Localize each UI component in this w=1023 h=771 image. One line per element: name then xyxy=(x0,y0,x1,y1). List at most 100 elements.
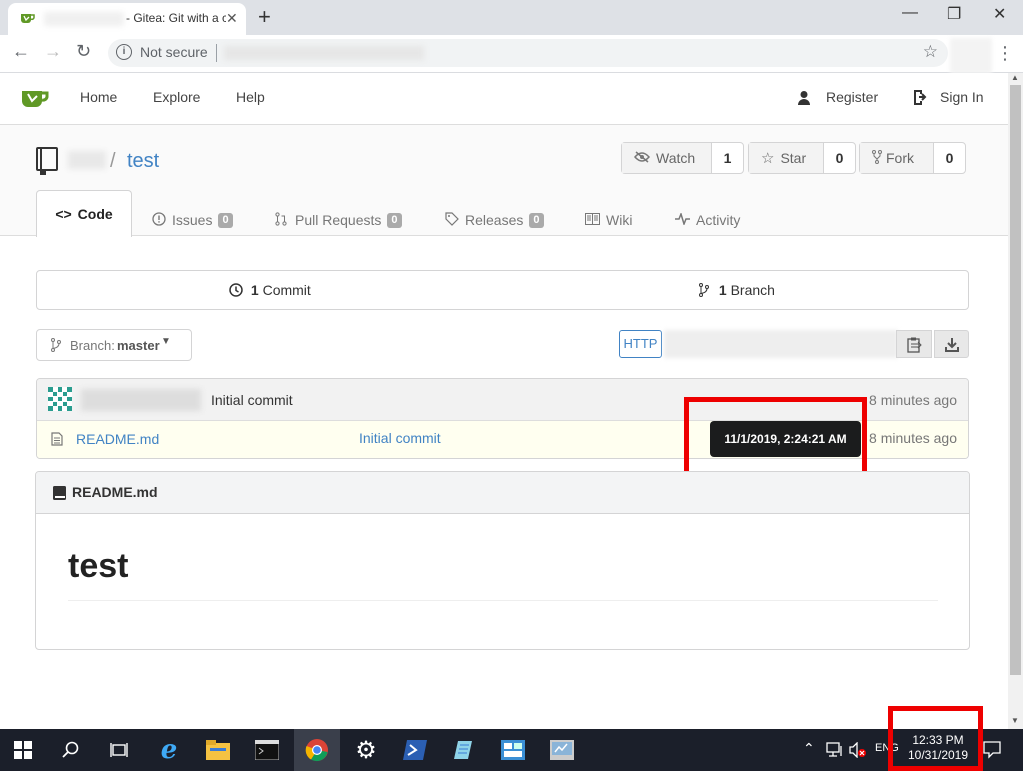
windows-start-icon[interactable] xyxy=(10,737,36,763)
file-commit-link[interactable]: Initial commit xyxy=(359,430,441,446)
tab-issues-label: Issues xyxy=(172,212,213,228)
download-button[interactable] xyxy=(934,330,969,358)
scrollbar-thumb[interactable] xyxy=(1010,85,1021,675)
redacted-tab-title xyxy=(44,12,124,26)
internet-explorer-icon[interactable]: e xyxy=(156,735,182,765)
search-icon[interactable] xyxy=(58,737,84,763)
fork-button[interactable]: Fork xyxy=(860,143,934,173)
tab-code[interactable]: <> Code xyxy=(36,190,132,237)
readme-panel: README.md test xyxy=(35,471,970,650)
user-icon xyxy=(798,91,810,105)
sign-in-link[interactable]: Sign In xyxy=(940,89,984,105)
info-icon[interactable]: i xyxy=(116,44,132,60)
repo-name-link[interactable]: test xyxy=(127,150,159,173)
copy-url-button[interactable] xyxy=(896,330,932,358)
new-tab-button[interactable]: + xyxy=(258,4,271,30)
gitea-favicon-icon xyxy=(21,14,35,23)
branch-label: Branch: xyxy=(70,338,115,353)
register-link[interactable]: Register xyxy=(826,89,878,105)
volume-muted-icon[interactable] xyxy=(849,741,867,761)
file-commit-age[interactable]: 8 minutes ago xyxy=(869,430,957,446)
fork-count[interactable]: 0 xyxy=(934,143,965,173)
red-highlight-box-clock xyxy=(888,706,983,771)
branch-dropdown[interactable]: Branch: master ▼ xyxy=(36,329,192,361)
issues-count-badge: 0 xyxy=(218,212,233,228)
redacted-url xyxy=(224,46,424,60)
readme-filename: README.md xyxy=(72,484,158,500)
powershell-icon[interactable] xyxy=(402,737,428,763)
watch-button[interactable]: Watch xyxy=(622,143,712,173)
star-label: Star xyxy=(780,150,807,166)
repo-path-separator: / xyxy=(110,150,116,172)
nav-home-link[interactable]: Home xyxy=(80,89,117,105)
notification-center-icon[interactable] xyxy=(983,741,1001,762)
latest-commit-message[interactable]: Initial commit xyxy=(211,392,293,408)
branches-label: Branch xyxy=(730,282,775,298)
tab-wiki[interactable]: Wiki xyxy=(585,204,632,236)
fork-icon xyxy=(872,149,882,167)
settings-gear-icon[interactable]: ⚙ xyxy=(353,737,379,764)
branch-icon xyxy=(51,338,61,355)
forward-arrow-icon[interactable]: → xyxy=(44,41,62,62)
clone-url-input[interactable] xyxy=(664,330,898,358)
commits-count: 1 xyxy=(250,282,259,298)
caret-down-icon: ▼ xyxy=(161,336,171,347)
back-arrow-icon[interactable]: ← xyxy=(12,41,30,62)
address-bar[interactable]: i Not secure ☆ xyxy=(108,39,948,67)
tab-close-icon[interactable]: ✕ xyxy=(226,10,238,27)
profile-avatar[interactable] xyxy=(950,38,992,74)
browser-menu-icon[interactable]: ⋮ xyxy=(996,43,1014,64)
http-clone-button[interactable]: HTTP xyxy=(619,330,662,358)
tab-releases-label: Releases xyxy=(465,212,524,228)
readme-heading: test xyxy=(68,547,129,585)
branches-stat[interactable]: 1 Branch xyxy=(699,282,775,298)
download-icon xyxy=(945,338,959,352)
notepad-icon[interactable] xyxy=(451,737,477,763)
fork-button-group: Fork 0 xyxy=(859,142,966,174)
network-icon[interactable] xyxy=(826,742,844,761)
commits-stat[interactable]: 1 Commit xyxy=(229,282,311,298)
page-scrollbar[interactable]: ▲ ▼ xyxy=(1008,73,1023,729)
tab-issues[interactable]: Issues 0 xyxy=(152,204,233,236)
gitea-logo-icon[interactable] xyxy=(20,87,50,109)
star-button[interactable]: ☆ Star xyxy=(749,143,824,173)
file-name-link[interactable]: README.md xyxy=(76,431,159,447)
server-manager-icon[interactable] xyxy=(549,737,575,763)
scroll-down-arrow-icon[interactable]: ▼ xyxy=(1011,716,1019,725)
tab-pull-requests[interactable]: Pull Requests 0 xyxy=(275,204,402,236)
restore-button[interactable]: ❐ xyxy=(947,4,961,24)
watch-count[interactable]: 1 xyxy=(712,143,743,173)
scroll-up-arrow-icon[interactable]: ▲ xyxy=(1011,73,1019,82)
reload-icon[interactable]: ↻ xyxy=(76,41,91,62)
control-panel-icon[interactable] xyxy=(500,737,526,763)
browser-tab-strip: - Gitea: Git with a c ✕ + — ❐ ✕ xyxy=(0,0,1023,35)
terminal-icon[interactable] xyxy=(254,737,280,763)
pull-request-icon xyxy=(275,211,287,229)
browser-tab[interactable]: - Gitea: Git with a c ✕ xyxy=(8,3,246,35)
bookmark-star-icon[interactable]: ☆ xyxy=(923,42,938,62)
close-window-button[interactable]: ✕ xyxy=(993,4,1006,24)
task-view-icon[interactable] xyxy=(106,737,132,763)
tab-releases[interactable]: Releases 0 xyxy=(445,204,544,236)
sign-in-icon xyxy=(914,90,927,105)
tray-chevron-up-icon[interactable]: ⌃ xyxy=(803,740,815,757)
chrome-taskbar-button[interactable] xyxy=(294,729,340,771)
watch-label: Watch xyxy=(656,150,696,166)
issue-icon xyxy=(152,211,166,229)
repo-stats-bar: 1 Commit 1 Branch xyxy=(36,270,969,310)
address-separator xyxy=(216,44,217,62)
nav-explore-link[interactable]: Explore xyxy=(153,89,200,105)
star-count[interactable]: 0 xyxy=(824,143,855,173)
redacted-owner xyxy=(68,151,106,169)
gitea-navbar: Home Explore Help Register Sign In xyxy=(0,73,1008,125)
book-icon xyxy=(53,486,66,500)
file-icon xyxy=(51,432,63,446)
tab-wiki-label: Wiki xyxy=(606,212,633,228)
minimize-button[interactable]: — xyxy=(902,4,918,22)
commits-label: Commit xyxy=(262,282,311,298)
repo-header: / test Watch 1 ☆ Star 0 Fork 0 <> Code I… xyxy=(0,125,1008,237)
tab-activity[interactable]: Activity xyxy=(675,204,740,236)
file-explorer-icon[interactable] xyxy=(205,737,231,763)
pulls-count-badge: 0 xyxy=(387,212,402,228)
nav-help-link[interactable]: Help xyxy=(236,89,265,105)
